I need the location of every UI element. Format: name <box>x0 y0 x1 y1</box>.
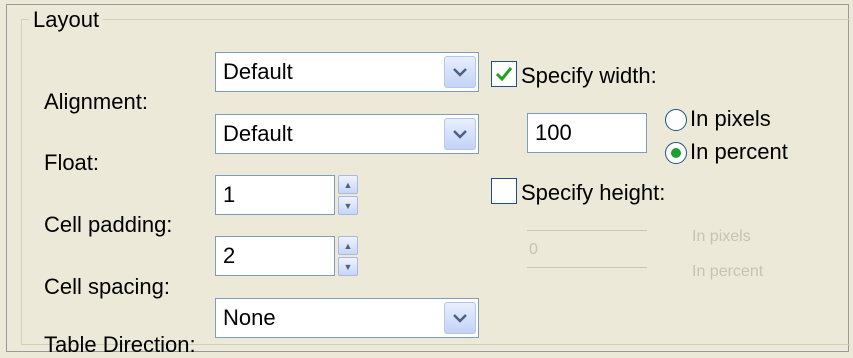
float-label: Float: <box>44 150 100 175</box>
specify-height-label[interactable]: Specify height: <box>521 180 665 206</box>
cell-spacing-value: 2 <box>223 243 236 268</box>
table-direction-select[interactable]: None <box>215 298 479 338</box>
alignment-value: Default <box>223 59 293 84</box>
stepper-down-icon[interactable]: ▼ <box>338 196 358 215</box>
float-select[interactable]: Default <box>215 114 479 154</box>
width-value: 100 <box>535 120 572 145</box>
chevron-down-icon[interactable] <box>444 302 476 334</box>
table-direction-label: Table Direction: <box>44 332 196 357</box>
cell-padding-input[interactable]: 1 <box>215 175 335 215</box>
layout-panel: Layout Alignment: Default Float: Default… <box>6 4 850 357</box>
height-pixels-label: In pixels <box>692 228 751 245</box>
table-direction-value: None <box>223 305 276 330</box>
width-pixels-radio[interactable] <box>665 109 687 131</box>
height-input-bottom-border <box>527 267 647 268</box>
cell-padding-stepper[interactable]: ▲ ▼ <box>338 175 358 215</box>
width-percent-label[interactable]: In percent <box>690 139 788 165</box>
cell-spacing-stepper[interactable]: ▲ ▼ <box>338 236 358 276</box>
cell-spacing-label: Cell spacing: <box>44 274 170 299</box>
height-percent-label: In percent <box>692 263 764 280</box>
alignment-select[interactable]: Default <box>215 52 479 92</box>
cell-padding-label: Cell padding: <box>44 212 173 237</box>
stepper-up-icon[interactable]: ▲ <box>338 236 358 255</box>
checkmark-icon <box>495 67 513 82</box>
radio-selected-dot <box>671 148 681 158</box>
chevron-down-icon[interactable] <box>444 118 476 150</box>
width-percent-radio[interactable] <box>665 142 687 164</box>
height-input-top-border <box>527 230 647 231</box>
chevron-down-icon[interactable] <box>444 56 476 88</box>
specify-width-label[interactable]: Specify width: <box>521 63 657 89</box>
specify-height-checkbox[interactable] <box>491 178 517 204</box>
cell-padding-value: 1 <box>223 182 236 207</box>
float-value: Default <box>223 121 293 146</box>
stepper-up-icon[interactable]: ▲ <box>338 175 358 194</box>
height-value: 0 <box>529 241 538 258</box>
alignment-label: Alignment: <box>44 89 148 114</box>
section-title: Layout <box>29 7 104 33</box>
specify-width-checkbox[interactable] <box>491 61 517 87</box>
width-input[interactable]: 100 <box>527 113 647 153</box>
cell-spacing-input[interactable]: 2 <box>215 236 335 276</box>
width-pixels-label[interactable]: In pixels <box>690 106 771 132</box>
stepper-down-icon[interactable]: ▼ <box>338 257 358 276</box>
